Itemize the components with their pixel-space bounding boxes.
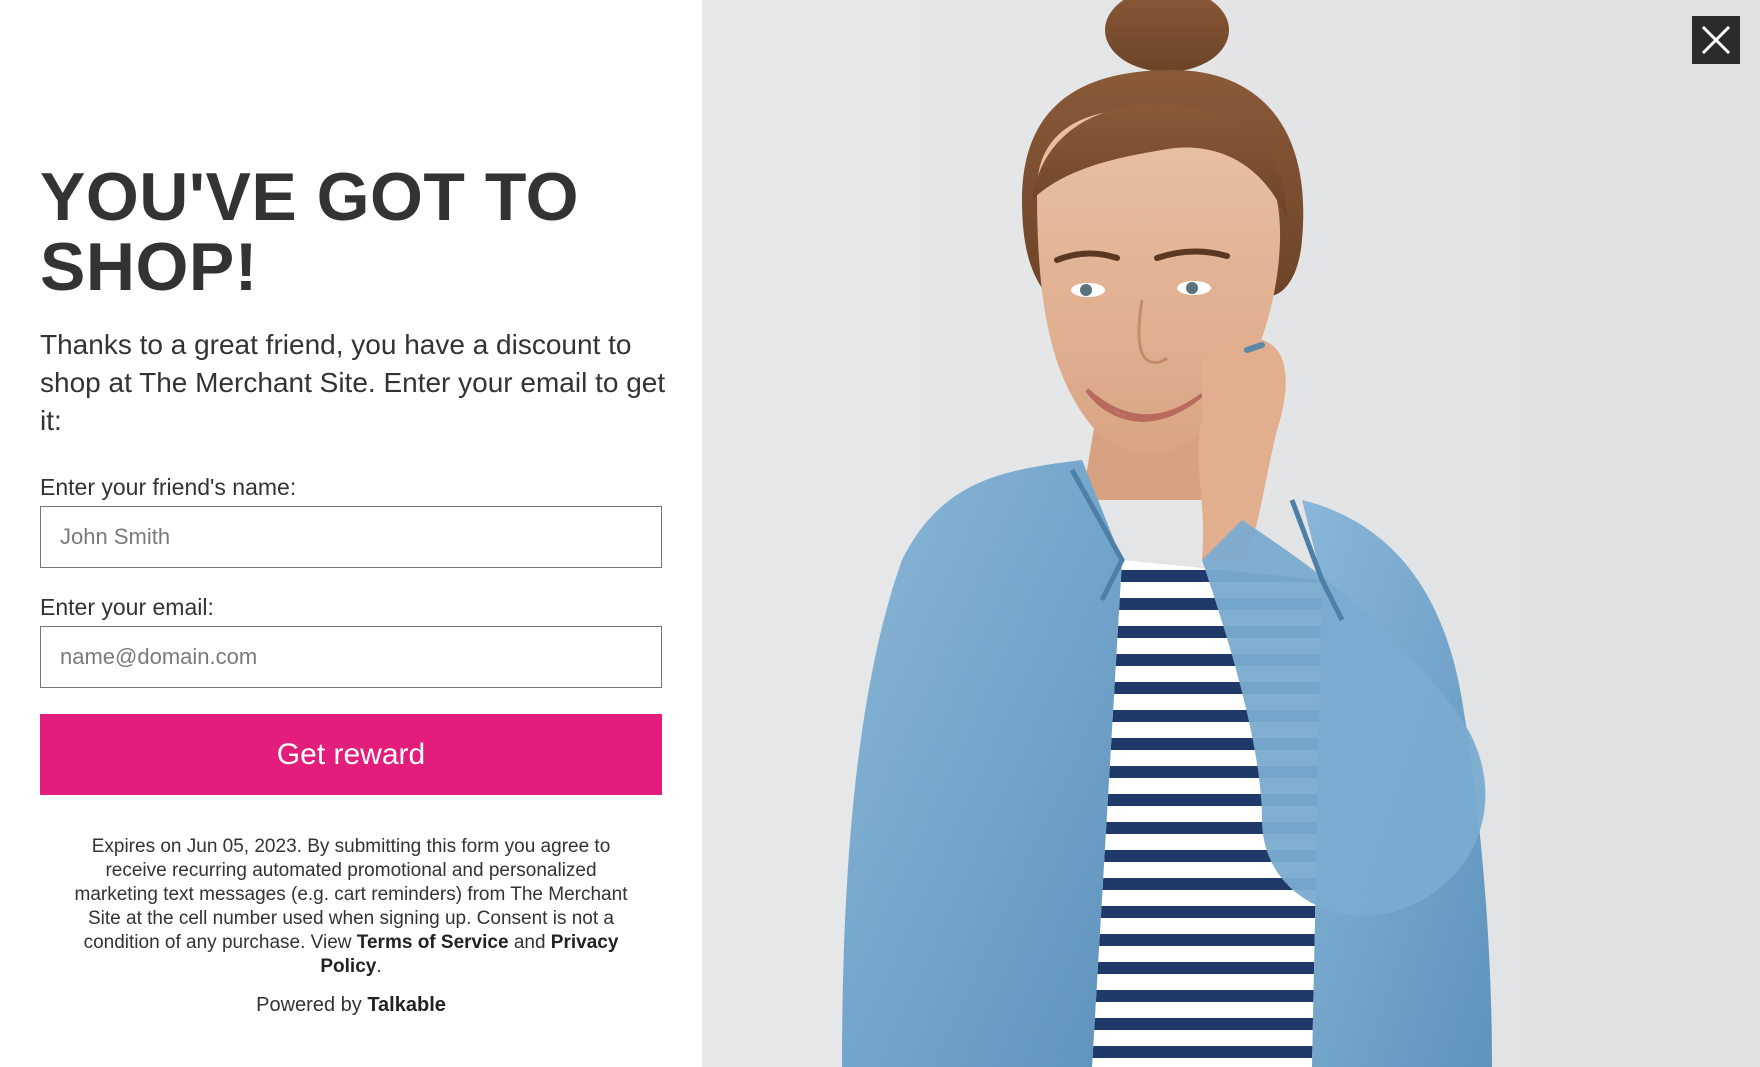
get-reward-button[interactable]: Get reward [40, 714, 662, 795]
legal-disclaimer: Expires on Jun 05, 2023. By submitting t… [70, 835, 632, 979]
talkable-brand[interactable]: Talkable [367, 994, 446, 1016]
powered-by-prefix: Powered by [256, 994, 362, 1016]
legal-and: and [513, 932, 546, 953]
friend-name-input[interactable] [40, 506, 662, 568]
friend-name-label: Enter your friend's name: [40, 474, 297, 500]
legal-end: . [376, 956, 382, 977]
close-button[interactable] [1692, 16, 1740, 64]
intro-text: Thanks to a great friend, you have a dis… [40, 329, 666, 436]
hero-image-panel [702, 0, 1760, 1067]
terms-of-service-link[interactable]: Terms of Service [357, 932, 509, 953]
email-input[interactable] [40, 626, 662, 688]
close-icon [1701, 25, 1731, 55]
email-label: Enter your email: [40, 594, 214, 620]
hero-photo [702, 0, 1760, 1067]
legal-view-prefix: View [310, 932, 352, 953]
powered-by: Powered by Talkable [0, 994, 702, 1017]
headline: YOU'VE GOT TO SHOP! [40, 159, 580, 305]
form-panel: YOU'VE GOT TO SHOP! Thanks to a great fr… [0, 0, 702, 1067]
